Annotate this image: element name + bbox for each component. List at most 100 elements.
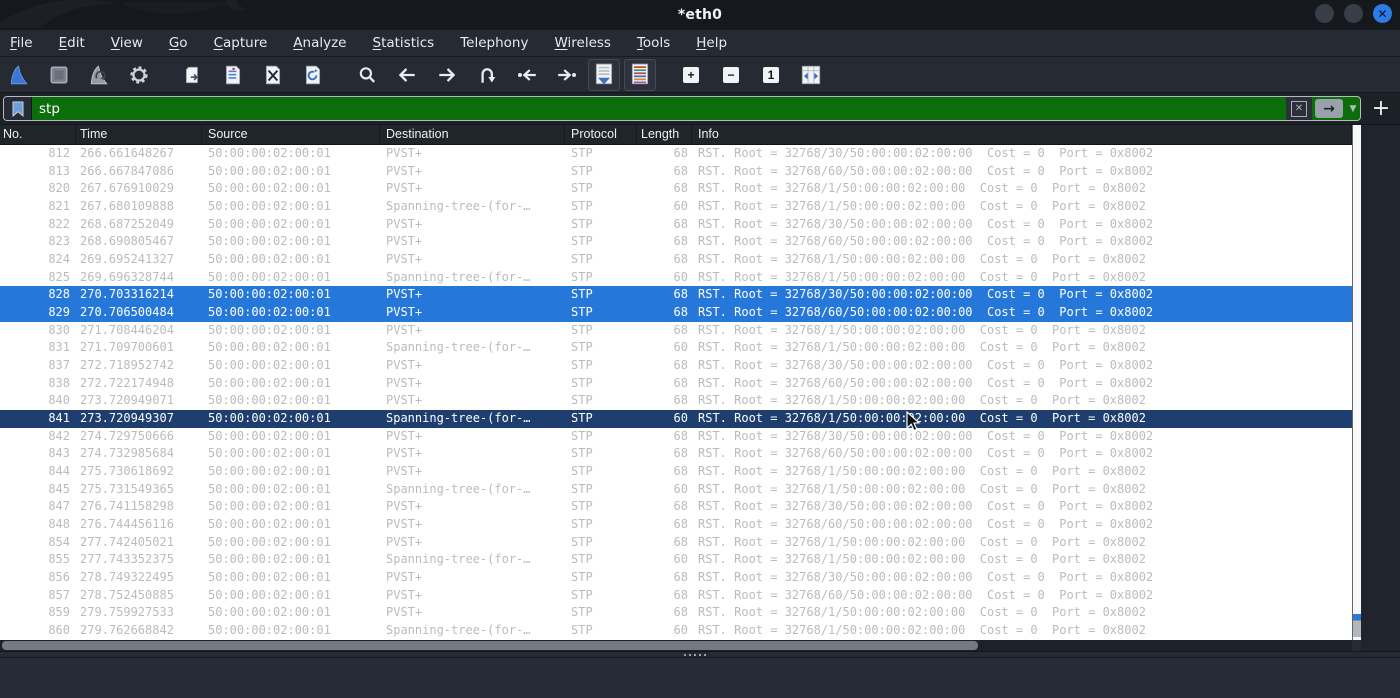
scrollbar-thumb[interactable] (1353, 620, 1361, 637)
save-file-button[interactable] (220, 61, 246, 89)
packet-row[interactable]: 854 277.742405021 50:00:00:02:00:01 PVST+ ST… (0, 534, 1352, 552)
packet-row[interactable]: 857 278.752450885 50:00:00:02:00:01 PVST+ ST… (0, 587, 1352, 605)
menu-item-file[interactable]: File (10, 35, 46, 51)
next-packet-button[interactable] (434, 61, 460, 89)
menu-item-capture[interactable]: Capture (201, 35, 281, 51)
pane-splitter[interactable] (0, 651, 1400, 658)
packet-row[interactable]: 825 269.696328744 50:00:00:02:00:01 Spannin… (0, 269, 1352, 287)
menu-item-help[interactable]: Help (683, 35, 740, 51)
close-button[interactable]: ✕ (1373, 4, 1392, 23)
menu-item-statistics[interactable]: Statistics (359, 35, 447, 51)
packet-row[interactable]: 844 275.730618692 50:00:00:02:00:01 PVST+ ST… (0, 463, 1352, 481)
packet-list-scrollbar[interactable] (1352, 125, 1361, 640)
filter-apply-button[interactable]: → (1315, 99, 1343, 118)
window-title: *eth0 (677, 7, 723, 23)
packet-row[interactable]: 823 268.690805467 50:00:00:02:00:01 PVST+ ST… (0, 233, 1352, 251)
cell-info: RST. Root = 32768/30/50:00:00:02:00:00 C… (698, 146, 1154, 160)
packet-row[interactable]: 828 270.703316214 50:00:00:02:00:01 PVST+ ST… (0, 286, 1352, 305)
filter-clear-button[interactable]: ✕ (1286, 97, 1312, 120)
cell-source: 50:00:00:02:00:01 (208, 287, 331, 302)
packet-row[interactable]: 859 279.759927533 50:00:00:02:00:01 PVST+ ST… (0, 604, 1352, 622)
column-header-no[interactable]: No. (0, 125, 76, 144)
find-packet-button[interactable] (354, 61, 380, 89)
menu-item-tools[interactable]: Tools (624, 35, 683, 51)
filter-bookmark-button[interactable] (4, 97, 32, 120)
cell-length: 68 (673, 393, 688, 408)
packet-row[interactable]: 813 266.667847086 50:00:00:02:00:01 PVST+ ST… (0, 163, 1352, 181)
horizontal-scrollbar[interactable] (0, 640, 1352, 651)
cell-protocol: STP (571, 605, 593, 620)
packet-row[interactable]: 820 267.676910029 50:00:00:02:00:01 PVST+ ST… (0, 180, 1352, 198)
filter-dropdown-button[interactable]: ▼ (1346, 104, 1360, 114)
cell-protocol: STP (571, 411, 593, 426)
cell-info: RST. Root = 32768/1/50:00:00:02:00:00 Co… (698, 393, 1146, 408)
display-filter-input[interactable] (32, 97, 1286, 120)
packet-row[interactable]: 855 277.743352375 50:00:00:02:00:01 Spannin… (0, 551, 1352, 569)
packet-row[interactable]: 848 276.744456116 50:00:00:02:00:01 PVST+ ST… (0, 516, 1352, 534)
column-header-time[interactable]: Time (76, 125, 202, 144)
minimize-button[interactable] (1315, 4, 1334, 23)
column-header-destination[interactable]: Destination (380, 125, 565, 144)
zoom-in-button[interactable]: + (678, 61, 704, 89)
column-header-source[interactable]: Source (202, 125, 380, 144)
close-file-button[interactable] (260, 61, 286, 89)
maximize-button[interactable] (1344, 4, 1363, 23)
packet-row[interactable]: 829 270.706500484 50:00:00:02:00:01 PVST+ ST… (0, 304, 1352, 322)
cell-protocol: STP (571, 499, 593, 514)
colorize-toggle[interactable] (624, 58, 656, 91)
restart-capture-button[interactable] (86, 61, 112, 89)
cell-no: 825 (48, 269, 70, 284)
cell-info: RST. Root = 32768/60/50:00:00:02:00:00 C… (698, 446, 1154, 461)
reload-file-button[interactable] (300, 61, 326, 89)
add-filter-button[interactable]: + (1368, 93, 1394, 124)
normal-size-button[interactable]: 1 (758, 61, 784, 89)
previous-packet-button[interactable] (394, 61, 420, 89)
packet-row[interactable]: 838 272.722174948 50:00:00:02:00:01 PVST+ ST… (0, 375, 1352, 393)
cell-protocol: STP (571, 464, 593, 479)
packet-row[interactable]: 845 275.731549365 50:00:00:02:00:01 Spannin… (0, 481, 1352, 499)
first-packet-button[interactable] (514, 61, 540, 89)
menu-item-go[interactable]: Go (156, 35, 201, 51)
packet-row[interactable]: 840 273.720949071 50:00:00:02:00:01 PVST+ ST… (0, 392, 1352, 410)
packet-row[interactable]: 860 279.762668842 50:00:00:02:00:01 Spannin… (0, 622, 1352, 640)
menu-item-analyze[interactable]: Analyze (280, 35, 359, 51)
packet-row[interactable]: 847 276.741158298 50:00:00:02:00:01 PVST+ ST… (0, 498, 1352, 516)
last-packet-button[interactable] (554, 61, 580, 89)
cell-length: 68 (673, 358, 688, 373)
cell-destination: Spanning-tree-(for-… (386, 411, 531, 426)
menu-item-wireless[interactable]: Wireless (541, 35, 624, 51)
resize-columns-button[interactable] (798, 61, 824, 89)
packet-row[interactable]: 821 267.680109888 50:00:00:02:00:01 Spannin… (0, 198, 1352, 216)
zoom-out-button[interactable]: − (718, 61, 744, 89)
cell-length: 68 (673, 464, 688, 479)
cell-destination: PVST+ (386, 163, 423, 178)
auto-scroll-toggle[interactable] (588, 58, 620, 91)
cell-time: 279.759927533 (80, 605, 174, 620)
packet-row[interactable]: 856 278.749322495 50:00:00:02:00:01 PVST+ ST… (0, 569, 1352, 587)
go-to-packet-button[interactable] (474, 61, 500, 89)
packet-row[interactable]: 837 272.718952742 50:00:00:02:00:01 PVST+ ST… (0, 357, 1352, 375)
cell-time: 276.741158298 (80, 499, 174, 514)
packet-row[interactable]: 843 274.732985684 50:00:00:02:00:01 PVST+ ST… (0, 445, 1352, 463)
capture-options-button[interactable] (126, 61, 152, 89)
packet-row[interactable]: 842 274.729750666 50:00:00:02:00:01 PVST+ ST… (0, 428, 1352, 446)
column-header-protocol[interactable]: Protocol (565, 125, 637, 144)
stop-capture-button[interactable] (46, 61, 72, 89)
menu-item-edit[interactable]: Edit (46, 35, 98, 51)
packet-row[interactable]: 824 269.695241327 50:00:00:02:00:01 PVST+ ST… (0, 251, 1352, 269)
packet-row[interactable]: 822 268.687252049 50:00:00:02:00:01 PVST+ ST… (0, 216, 1352, 234)
menu-item-telephony[interactable]: Telephony (447, 35, 541, 51)
cell-source: 50:00:00:02:00:01 (208, 623, 331, 638)
packet-row[interactable]: 830 271.708446204 50:00:00:02:00:01 PVST+ ST… (0, 322, 1352, 340)
splitter-handle[interactable] (684, 654, 706, 656)
packet-row[interactable]: 841 273.720949307 50:00:00:02:00:01 Spannin… (0, 410, 1352, 428)
packet-row[interactable]: 831 271.709700601 50:00:00:02:00:01 Spannin… (0, 339, 1352, 357)
column-header-info[interactable]: Info (692, 125, 1352, 144)
start-capture-button[interactable] (6, 61, 32, 89)
column-header-length[interactable]: Length (637, 125, 692, 144)
horizontal-scrollbar-thumb[interactable] (2, 641, 978, 650)
menu-item-view[interactable]: View (98, 35, 156, 51)
open-file-button[interactable] (180, 61, 206, 89)
zoom-out-icon: − (723, 66, 739, 83)
packet-row[interactable]: 812 266.661648267 50:00:00:02:00:01 PVST+ ST… (0, 145, 1352, 163)
